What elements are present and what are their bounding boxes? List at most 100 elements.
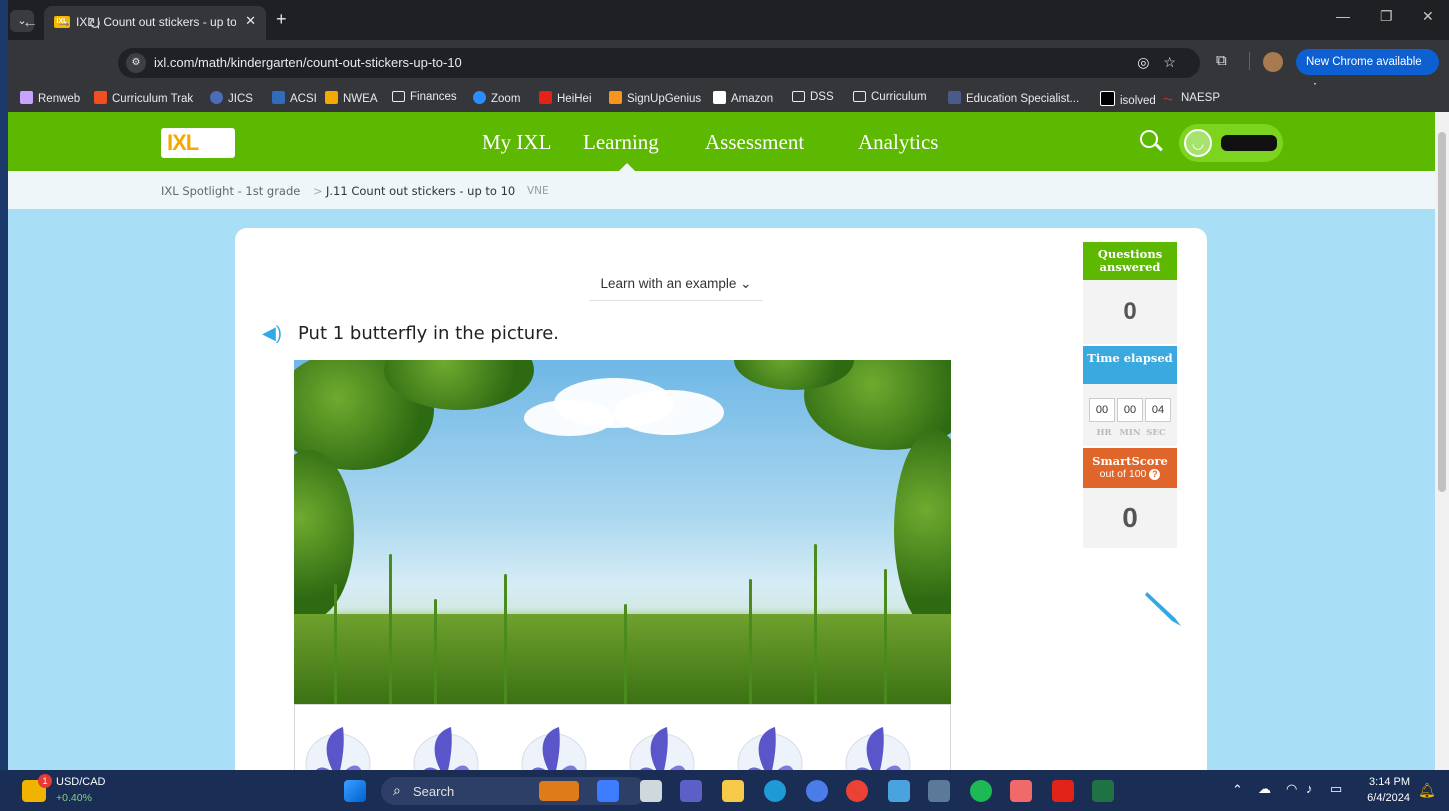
time-elapsed-timer: 00 00 04 HR MIN SEC	[1083, 384, 1177, 446]
bookmark-naesp[interactable]: 〜 NAESP	[1163, 91, 1220, 106]
speaker-icon[interactable]: ◀)	[262, 323, 282, 344]
foliage-left	[294, 450, 354, 620]
grass-blade	[434, 599, 437, 704]
ticker-name[interactable]: USD/CAD	[56, 776, 106, 788]
bookmark-star-icon[interactable]: ◎☆	[1137, 54, 1190, 71]
smartscore-sublabel: out of 100	[1099, 468, 1147, 480]
search-icon[interactable]	[1140, 130, 1158, 148]
butterfly-sticker[interactable]	[303, 719, 373, 770]
bookmark-finances[interactable]: Finances	[392, 91, 457, 103]
mail-icon[interactable]	[888, 780, 910, 802]
user-menu[interactable]: ◡	[1179, 124, 1283, 162]
time-elapsed-label: Time elapsed	[1083, 346, 1177, 384]
skill-code: VNE	[527, 185, 549, 197]
sticker-tray	[294, 704, 951, 770]
butterfly-sticker[interactable]	[519, 719, 589, 770]
address-bar[interactable]: ⚙ ixl.com/math/kindergarten/count-out-st…	[118, 48, 1200, 78]
copilot-icon[interactable]	[597, 780, 619, 802]
butterfly-sticker[interactable]	[627, 719, 697, 770]
bookmark-renweb[interactable]: Renweb	[20, 91, 80, 105]
nav-assessment[interactable]: Assessment	[705, 130, 804, 155]
minimize-icon[interactable]: —	[1336, 8, 1350, 24]
grass-field	[294, 614, 951, 704]
breadcrumb-current: J.11 Count out stickers - up to 10	[326, 184, 516, 198]
breadcrumb-parent[interactable]: IXL Spotlight - 1st grade	[161, 184, 300, 198]
battery-icon[interactable]: ▭	[1330, 781, 1342, 797]
teams-icon[interactable]	[680, 780, 702, 802]
bookmark-nwea[interactable]: NWEA	[325, 91, 378, 105]
restore-icon[interactable]: ❐	[1380, 8, 1393, 25]
chevron-down-icon: ⌄	[740, 276, 752, 291]
meadow-scene[interactable]	[294, 360, 951, 704]
back-icon[interactable]: ←	[22, 14, 38, 32]
page-content: IXL My IXL Learning Assessment Analytics…	[8, 112, 1435, 770]
clock-date[interactable]: 6/4/2024	[1358, 792, 1410, 804]
file-explorer-icon[interactable]	[722, 780, 744, 802]
bookmark-signupgenius[interactable]: SignUpGenius	[609, 91, 701, 105]
user-icon: ◡	[1184, 129, 1212, 157]
grass-blade	[749, 579, 752, 704]
butterfly-sticker[interactable]	[735, 719, 805, 770]
new-tab-icon[interactable]: +	[276, 9, 287, 30]
new-chrome-button[interactable]: New Chrome available ⋮	[1296, 49, 1439, 94]
notification-bell-icon[interactable]: 🔔︎	[1418, 782, 1436, 799]
page-scrollbar[interactable]	[1435, 112, 1449, 770]
site-info-icon[interactable]: ⚙	[126, 53, 146, 73]
time-hours: 00	[1089, 398, 1115, 422]
grass-blade	[884, 569, 887, 704]
grass-blade	[334, 584, 337, 704]
chevron-up-icon[interactable]: ⌃	[1232, 782, 1243, 798]
bookmark-curriculum-trak[interactable]: Curriculum Trak	[94, 91, 193, 105]
bookmark-dss[interactable]: DSS	[792, 91, 834, 103]
nav-analytics[interactable]: Analytics	[858, 130, 938, 155]
acrobat-icon[interactable]	[1052, 780, 1074, 802]
wifi-icon[interactable]: ◠	[1286, 781, 1297, 797]
volume-icon[interactable]: ♪	[1306, 781, 1313, 796]
calculator-icon[interactable]	[928, 780, 950, 802]
bookmark-acsi[interactable]: ACSI	[272, 91, 317, 105]
extensions-icon[interactable]: ⧉	[1216, 52, 1227, 69]
ticker-change: +0.40%	[56, 792, 92, 804]
forward-icon[interactable]: →	[56, 14, 72, 32]
bookmark-amazon[interactable]: Amazon	[713, 91, 773, 105]
butterfly-sticker[interactable]	[411, 719, 481, 770]
clock-time[interactable]: 3:14 PM	[1362, 776, 1410, 788]
task-view-icon[interactable]	[640, 780, 662, 802]
bookmark-isolved[interactable]: isolved	[1100, 91, 1156, 107]
profile-avatar[interactable]	[1263, 52, 1283, 72]
reload-icon[interactable]: ↻	[88, 14, 101, 34]
nav-my-ixl[interactable]: My IXL	[482, 130, 551, 155]
ixl-logo[interactable]: IXL	[161, 128, 235, 158]
learn-with-example-link[interactable]: Learn with an example ⌄	[589, 276, 763, 301]
browser-tab[interactable]: IXL IXL | Count out stickers - up to ✕	[44, 6, 266, 40]
spotify-icon[interactable]	[970, 780, 992, 802]
chrome-icon[interactable]	[846, 780, 868, 802]
onedrive-icon[interactable]: ☁	[1258, 781, 1271, 797]
nav-learning[interactable]: Learning	[583, 130, 659, 155]
close-tab-icon[interactable]: ✕	[245, 13, 256, 29]
butterfly-sticker[interactable]	[843, 719, 913, 770]
bookmark-jics[interactable]: JICS	[210, 91, 253, 105]
smartscore-label: SmartScore	[1092, 454, 1168, 468]
windows-start-icon[interactable]	[344, 780, 366, 802]
windows-taskbar: 1 USD/CAD +0.40% ⌕ Search ⌃ ☁ ◠ ♪ ▭ 3:14…	[0, 770, 1449, 811]
excel-icon[interactable]	[1092, 780, 1114, 802]
window-close-icon[interactable]: ✕	[1422, 8, 1434, 25]
edge-icon[interactable]	[764, 780, 786, 802]
smartscore-value: 0	[1083, 488, 1177, 548]
search-placeholder: Search	[413, 784, 455, 799]
app-icon[interactable]	[1010, 780, 1032, 802]
help-icon[interactable]: ?	[1149, 469, 1161, 480]
bookmark-heihei[interactable]: HeiHei	[539, 91, 592, 105]
app-icon[interactable]	[806, 780, 828, 802]
time-seconds: 04	[1145, 398, 1171, 422]
bookmark-curriculum[interactable]: Curriculum	[853, 91, 927, 103]
search-highlight-icon	[539, 781, 579, 801]
smartscore-header: SmartScore out of 100 ?	[1083, 448, 1177, 488]
pencil-icon[interactable]	[1141, 586, 1185, 630]
bookmark-zoom[interactable]: Zoom	[473, 91, 520, 105]
new-chrome-label: New Chrome available	[1306, 56, 1422, 68]
grass-blade	[389, 554, 392, 704]
scrollbar-thumb[interactable]	[1438, 132, 1446, 492]
bookmark-education-specialist[interactable]: Education Specialist...	[948, 91, 1079, 105]
